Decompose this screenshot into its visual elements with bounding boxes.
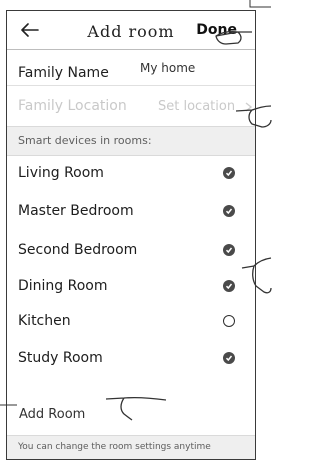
footer-note-bar: You can change the room settings anytime (7, 435, 255, 459)
room-name: Kitchen (18, 313, 71, 329)
footer-note: You can change the room settings anytime (18, 442, 211, 452)
check-icon[interactable] (223, 280, 235, 292)
pointing-hand-icon (215, 30, 252, 45)
family-location-row[interactable]: Family Location Set location (7, 90, 255, 122)
check-icon[interactable] (223, 167, 235, 179)
family-location-value[interactable]: Set location (158, 99, 235, 114)
room-item-kitchen[interactable]: Kitchen (7, 304, 255, 338)
room-name: Second Bedroom (18, 242, 138, 258)
room-name: Living Room (18, 165, 104, 181)
family-location-label: Family Location (18, 98, 127, 114)
unselected-circle-icon[interactable] (223, 315, 235, 327)
pointing-hand-icon (235, 105, 272, 128)
rooms-section-title: Smart devices in rooms: (18, 134, 152, 147)
room-item-dining-room[interactable]: Dining Room (7, 269, 255, 303)
room-name: Study Room (18, 350, 103, 366)
check-icon[interactable] (223, 244, 235, 256)
callout-line-done (249, 0, 271, 8)
rooms-section-header: Smart devices in rooms: (7, 126, 255, 156)
family-name-label: Family Name (18, 65, 109, 81)
family-name-value[interactable]: My home (140, 61, 195, 75)
room-name: Dining Room (18, 278, 108, 294)
room-name: Master Bedroom (18, 203, 134, 219)
callout-line-add-room (0, 404, 17, 406)
check-icon[interactable] (223, 352, 235, 364)
room-item-second-bedroom[interactable]: Second Bedroom (7, 233, 255, 267)
add-room-button[interactable]: Add Room (19, 407, 85, 422)
room-item-study-room[interactable]: Study Room (7, 341, 255, 375)
pointing-hand-icon (241, 257, 272, 294)
room-item-master-bedroom[interactable]: Master Bedroom (7, 194, 255, 228)
pointing-hand-icon (105, 396, 166, 421)
room-item-living-room[interactable]: Living Room (7, 156, 255, 190)
check-icon[interactable] (223, 205, 235, 217)
family-name-row[interactable]: Family Name My home (7, 59, 255, 86)
